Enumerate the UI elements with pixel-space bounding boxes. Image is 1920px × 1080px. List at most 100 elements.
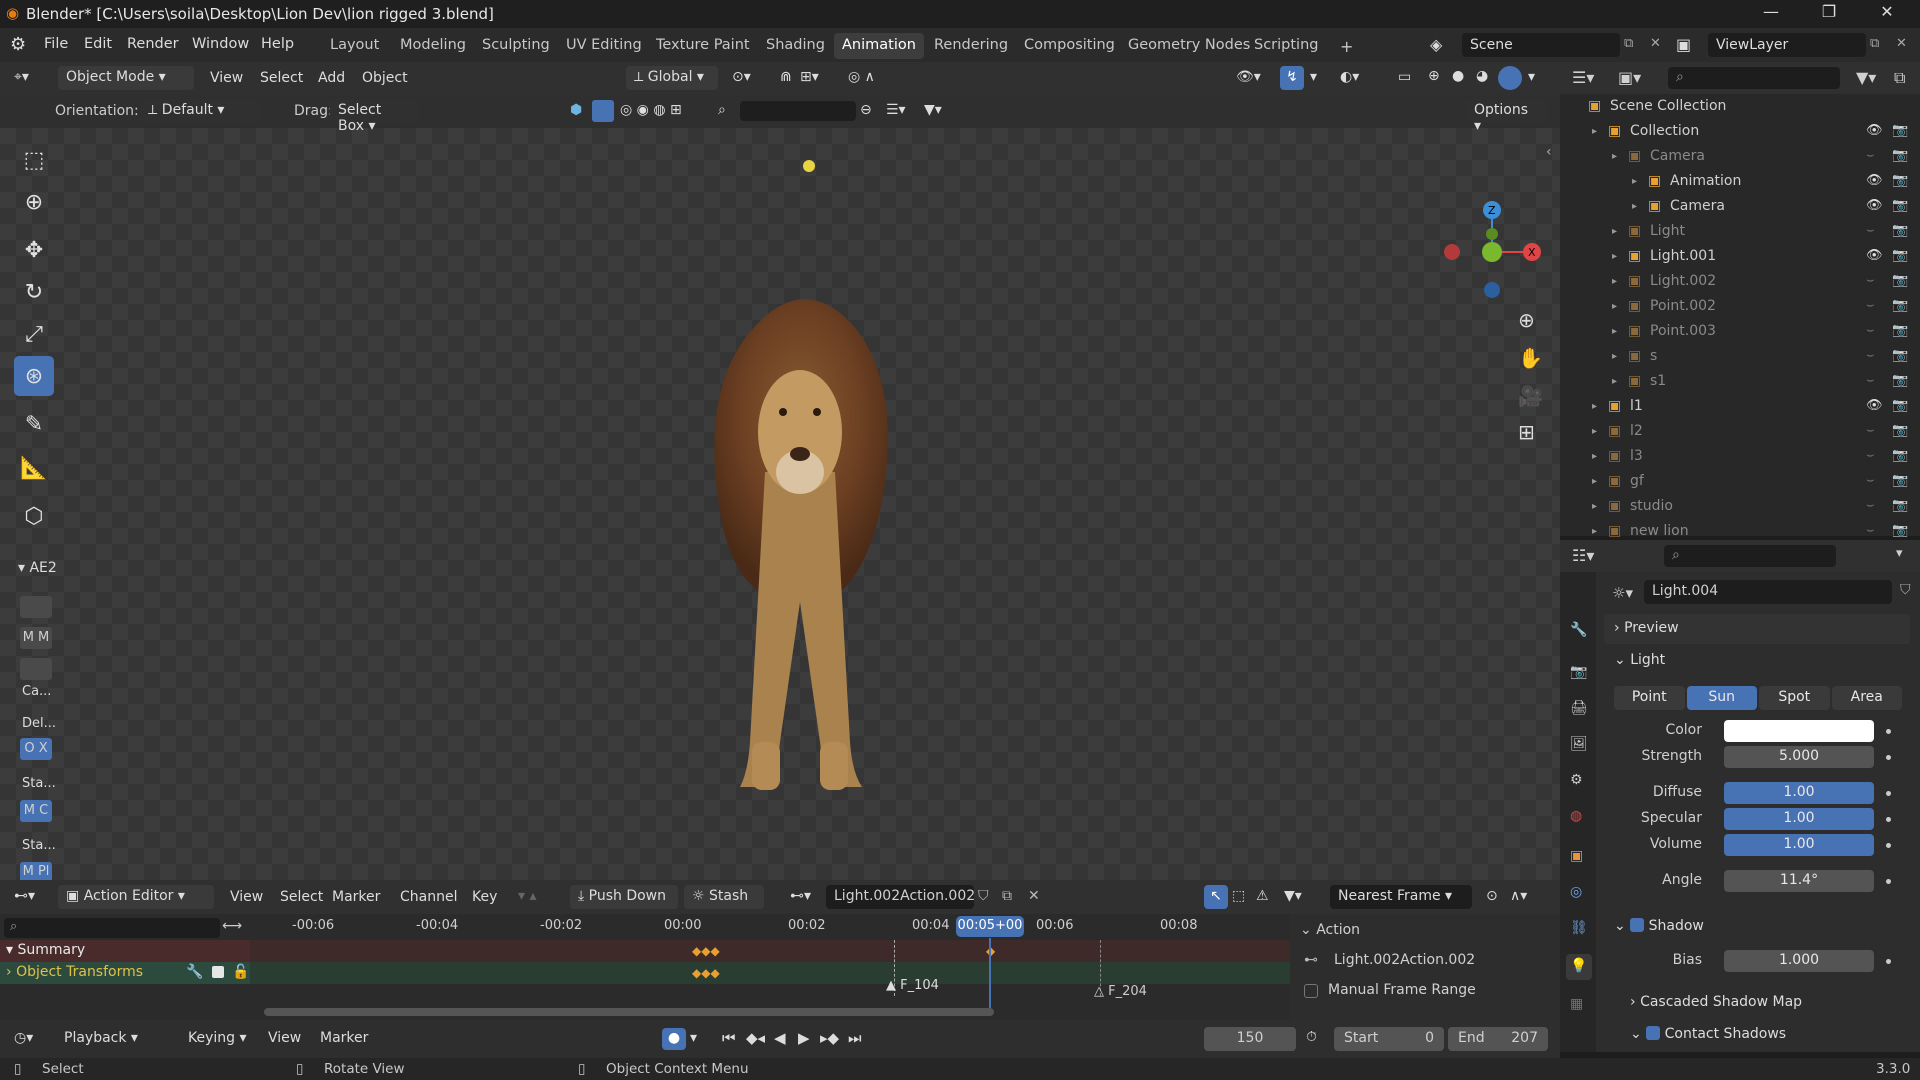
render-camera-icon[interactable]: 📷 bbox=[1892, 423, 1908, 438]
tab-rendering[interactable]: Rendering bbox=[926, 33, 1016, 59]
ae-menu-key[interactable]: Key bbox=[472, 889, 497, 905]
stash-button[interactable]: ☼ Stash bbox=[684, 885, 764, 909]
render-camera-icon[interactable]: 📷 bbox=[1892, 523, 1908, 538]
minimize-button[interactable]: — bbox=[1748, 2, 1794, 26]
outliner-row[interactable]: ▸ ▣ s ⌣ 📷 bbox=[1560, 344, 1920, 369]
rendered-shading-icon[interactable] bbox=[1498, 66, 1522, 90]
visibility-eye-icon[interactable]: ⌣ bbox=[1866, 323, 1875, 338]
menu-window[interactable]: Window bbox=[192, 36, 249, 52]
expand-arrow-icon[interactable]: ▸ bbox=[1592, 401, 1597, 412]
light-datablock-field[interactable]: Light.004 bbox=[1644, 580, 1892, 604]
preview-section-header[interactable]: › Preview bbox=[1604, 614, 1910, 644]
zoom-icon[interactable]: ⊕ bbox=[1518, 308, 1535, 332]
tab-uv-editing[interactable]: UV Editing bbox=[558, 33, 650, 59]
visibility-eye-icon[interactable]: 👁 bbox=[1866, 173, 1883, 188]
new-view-layer-icon[interactable]: ⧉ bbox=[1870, 36, 1879, 51]
annotate-tool-icon[interactable]: ✎ bbox=[14, 404, 54, 444]
shading-options-icon[interactable]: ▾ bbox=[1528, 69, 1535, 85]
ae-menu-view[interactable]: View bbox=[230, 889, 263, 905]
field-volume[interactable]: 1.00 bbox=[1724, 834, 1874, 856]
field-angle[interactable]: 11.4° bbox=[1724, 870, 1874, 892]
outliner-row[interactable]: ▸ ▣ Animation 👁 📷 bbox=[1560, 169, 1920, 194]
outliner-row[interactable]: ▸ ▣ Light.001 👁 📷 bbox=[1560, 244, 1920, 269]
menu-render[interactable]: Render bbox=[127, 36, 179, 52]
menu-help[interactable]: Help bbox=[261, 36, 294, 52]
ae2-btn-sta[interactable]: Sta... bbox=[22, 776, 56, 791]
texture-tab-icon[interactable]: ▦ bbox=[1570, 996, 1583, 1012]
ae2-swatch-2[interactable] bbox=[20, 658, 52, 680]
ortho-grid-icon[interactable]: ⊞ bbox=[1518, 420, 1535, 444]
filter-toggle-icon[interactable]: ⊖ bbox=[860, 102, 872, 118]
render-camera-icon[interactable]: 📷 bbox=[1892, 323, 1908, 338]
contact-shadows-checkbox[interactable] bbox=[1646, 1026, 1661, 1040]
tab-scripting[interactable]: Scripting bbox=[1246, 33, 1326, 59]
render-camera-icon[interactable]: 📷 bbox=[1892, 473, 1908, 488]
display-mode-icon[interactable]: ▣▾ bbox=[1618, 68, 1641, 87]
marker-f104[interactable]: ▲ F_104 bbox=[886, 978, 939, 993]
visibility-eye-icon[interactable]: ⌣ bbox=[1866, 148, 1875, 163]
expand-arrow-icon[interactable]: ▸ bbox=[1612, 251, 1617, 262]
keyframe-dot[interactable] bbox=[1886, 755, 1891, 760]
select-box-tool-icon[interactable]: ⬚ bbox=[14, 140, 54, 180]
properties-search-input[interactable]: ⌕ bbox=[1664, 545, 1836, 567]
rotate-tool-icon[interactable]: ↻ bbox=[14, 272, 54, 312]
visibility-eye-icon[interactable]: ⌣ bbox=[1866, 448, 1875, 463]
overlay-icon[interactable]: ◐▾ bbox=[1340, 69, 1359, 85]
properties-editor-icon[interactable]: ☷▾ bbox=[1572, 546, 1594, 565]
camera-view-icon[interactable]: 🎥 bbox=[1518, 384, 1543, 408]
blender-menu-icon[interactable]: ⚙ bbox=[10, 34, 26, 55]
transforms-track[interactable] bbox=[250, 962, 1290, 984]
select-mode-icon[interactable] bbox=[592, 100, 614, 122]
outliner-row[interactable]: ▸ ▣ l3 ⌣ 📷 bbox=[1560, 444, 1920, 469]
jump-start-icon[interactable]: ⏮ bbox=[722, 1029, 736, 1047]
options-dropdown[interactable]: Options ▾ bbox=[1466, 99, 1546, 134]
gizmo-dropdown-icon[interactable]: ▾ bbox=[1310, 69, 1317, 85]
expand-arrow-icon[interactable]: ▸ bbox=[1612, 301, 1617, 312]
outliner-filter-icon[interactable]: ▼▾ bbox=[1856, 68, 1876, 87]
snap-mode-dropdown[interactable]: Nearest Frame ▾ bbox=[1330, 885, 1472, 909]
expand-arrow-icon[interactable]: ▸ bbox=[1592, 451, 1597, 462]
visibility-eye-icon[interactable]: ⌣ bbox=[1866, 348, 1875, 363]
horizontal-scrollbar[interactable] bbox=[264, 1008, 994, 1016]
push-down-button[interactable]: ⤓ Push Down bbox=[570, 885, 678, 909]
editor-type-icon[interactable]: ⌖▾ bbox=[14, 69, 29, 85]
menu-edit[interactable]: Edit bbox=[84, 36, 112, 52]
timeline-marker-menu[interactable]: Marker bbox=[320, 1030, 368, 1046]
play-reverse-icon[interactable]: ◀ bbox=[774, 1029, 786, 1047]
dopesheet-editor-icon[interactable]: ⊷▾ bbox=[14, 888, 35, 904]
channel-enable-checkbox[interactable] bbox=[212, 966, 224, 978]
render-camera-icon[interactable]: 📷 bbox=[1892, 498, 1908, 513]
ae2-btn-sta-2[interactable]: Sta... bbox=[22, 838, 56, 853]
transform-orientation-dropdown[interactable]: ⟂ Global ▾ bbox=[626, 66, 718, 90]
expand-arrow-icon[interactable]: ▸ bbox=[1592, 526, 1597, 537]
field-diffuse[interactable]: 1.00 bbox=[1724, 782, 1874, 804]
ae2-btn-ca[interactable]: Ca... bbox=[22, 684, 51, 699]
object-transforms-channel[interactable]: › Object Transforms 🔧 🔓 bbox=[0, 962, 250, 984]
modifier-wrench-icon[interactable]: 🔧 bbox=[186, 964, 203, 980]
auto-keying-options-icon[interactable]: ▾ bbox=[690, 1030, 697, 1046]
render-camera-icon[interactable]: 📷 bbox=[1892, 373, 1908, 388]
navigation-gizmo[interactable]: Z X bbox=[1436, 200, 1546, 300]
solid-shading-icon[interactable]: ● bbox=[1452, 68, 1464, 84]
outliner-editor-icon[interactable]: ☰▾ bbox=[1572, 68, 1594, 87]
sort-icon[interactable]: ☰▾ bbox=[886, 102, 906, 118]
layer-arrows-icon[interactable]: ▾ ▴ bbox=[518, 888, 537, 904]
action-panel-name[interactable]: Light.002Action.002 bbox=[1334, 952, 1475, 968]
playback-menu[interactable]: Playback ▾ bbox=[64, 1030, 138, 1046]
properties-options-icon[interactable]: ▾ bbox=[1896, 546, 1903, 561]
ae2-btn-del[interactable]: Del... bbox=[22, 716, 56, 731]
gizmo-toggle-icon[interactable]: ↯ bbox=[1280, 66, 1304, 90]
visibility-eye-icon[interactable]: 👁 bbox=[1866, 123, 1883, 138]
render-camera-icon[interactable]: 📷 bbox=[1892, 148, 1908, 163]
outliner-row[interactable]: ▸ ▣ Light ⌣ 📷 bbox=[1560, 219, 1920, 244]
visibility-eye-icon[interactable]: ⌣ bbox=[1866, 298, 1875, 313]
menu-view[interactable]: View bbox=[210, 70, 243, 86]
play-icon[interactable]: ▶ bbox=[798, 1029, 810, 1047]
ae-menu-channel[interactable]: Channel bbox=[400, 889, 457, 905]
action-name-field[interactable]: Light.002Action.002 bbox=[826, 885, 975, 909]
scene-selector[interactable]: Scene bbox=[1462, 33, 1620, 57]
add-workspace-button[interactable]: + bbox=[1332, 33, 1361, 59]
light-data-tab-icon[interactable]: 💡 bbox=[1566, 954, 1592, 980]
sidebar-toggle-icon[interactable]: ‹ bbox=[1546, 144, 1552, 160]
channel-width-icon[interactable]: ⟷ bbox=[222, 918, 242, 934]
